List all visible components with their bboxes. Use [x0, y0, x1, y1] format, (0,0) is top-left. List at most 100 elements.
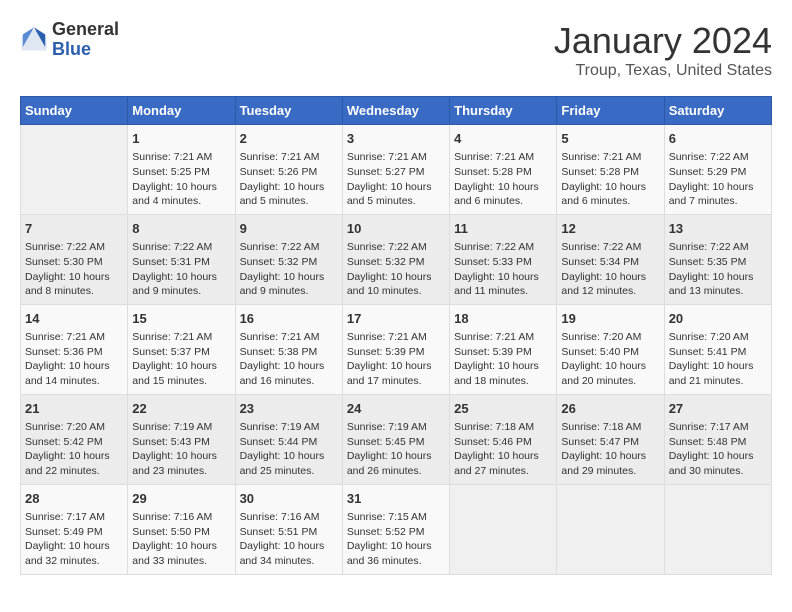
day-cell: 24 Sunrise: 7:19 AM Sunset: 5:45 PM Dayli…: [342, 394, 449, 484]
day-number: 24: [347, 400, 445, 418]
day-info: Sunrise: 7:22 AM Sunset: 5:31 PM Dayligh…: [132, 240, 230, 299]
day-info: Sunrise: 7:22 AM Sunset: 5:32 PM Dayligh…: [347, 240, 445, 299]
day-info: Sunrise: 7:21 AM Sunset: 5:39 PM Dayligh…: [347, 330, 445, 389]
week-row-1: 1Sunrise: 7:21 AM Sunset: 5:25 PM Daylig…: [21, 125, 772, 215]
calendar-title: January 2024: [554, 20, 772, 62]
day-number: 19: [561, 310, 659, 328]
day-info: Sunrise: 7:21 AM Sunset: 5:25 PM Dayligh…: [132, 150, 230, 209]
day-number: 23: [240, 400, 338, 418]
day-cell: 8 Sunrise: 7:22 AM Sunset: 5:31 PM Daylig…: [128, 214, 235, 304]
day-number: 28: [25, 490, 123, 508]
day-info: Sunrise: 7:16 AM Sunset: 5:51 PM Dayligh…: [240, 510, 338, 569]
page-header: General Blue January 2024 Troup, Texas, …: [20, 20, 772, 80]
column-header-friday: Friday: [557, 97, 664, 125]
day-info: Sunrise: 7:22 AM Sunset: 5:35 PM Dayligh…: [669, 240, 767, 299]
day-cell: 29 Sunrise: 7:16 AM Sunset: 5:50 PM Dayli…: [128, 484, 235, 574]
day-number: 15: [132, 310, 230, 328]
logo: General Blue: [20, 20, 119, 60]
day-info: Sunrise: 7:16 AM Sunset: 5:50 PM Dayligh…: [132, 510, 230, 569]
calendar-subtitle: Troup, Texas, United States: [554, 62, 772, 80]
day-info: Sunrise: 7:17 AM Sunset: 5:49 PM Dayligh…: [25, 510, 123, 569]
day-info: Sunrise: 7:20 AM Sunset: 5:42 PM Dayligh…: [25, 420, 123, 479]
day-number: 12: [561, 220, 659, 238]
day-number: 14: [25, 310, 123, 328]
day-info: Sunrise: 7:21 AM Sunset: 5:28 PM Dayligh…: [561, 150, 659, 209]
day-number: 2: [240, 130, 338, 148]
day-cell: 30Sunrise: 7:16 AM Sunset: 5:51 PM Dayli…: [235, 484, 342, 574]
day-info: Sunrise: 7:18 AM Sunset: 5:47 PM Dayligh…: [561, 420, 659, 479]
day-info: Sunrise: 7:21 AM Sunset: 5:28 PM Dayligh…: [454, 150, 552, 209]
column-header-saturday: Saturday: [664, 97, 771, 125]
day-info: Sunrise: 7:19 AM Sunset: 5:43 PM Dayligh…: [132, 420, 230, 479]
day-cell: 19 Sunrise: 7:20 AM Sunset: 5:40 PM Dayli…: [557, 304, 664, 394]
day-info: Sunrise: 7:15 AM Sunset: 5:52 PM Dayligh…: [347, 510, 445, 569]
day-cell: 12 Sunrise: 7:22 AM Sunset: 5:34 PM Dayli…: [557, 214, 664, 304]
day-cell: 20 Sunrise: 7:20 AM Sunset: 5:41 PM Dayli…: [664, 304, 771, 394]
day-cell: 22 Sunrise: 7:19 AM Sunset: 5:43 PM Dayli…: [128, 394, 235, 484]
day-info: Sunrise: 7:21 AM Sunset: 5:38 PM Dayligh…: [240, 330, 338, 389]
day-cell: [557, 484, 664, 574]
day-number: 13: [669, 220, 767, 238]
column-header-sunday: Sunday: [21, 97, 128, 125]
day-info: Sunrise: 7:21 AM Sunset: 5:36 PM Dayligh…: [25, 330, 123, 389]
day-number: 4: [454, 130, 552, 148]
week-row-5: 28 Sunrise: 7:17 AM Sunset: 5:49 PM Dayli…: [21, 484, 772, 574]
day-cell: 28 Sunrise: 7:17 AM Sunset: 5:49 PM Dayli…: [21, 484, 128, 574]
column-header-wednesday: Wednesday: [342, 97, 449, 125]
logo-text: General Blue: [52, 20, 119, 60]
day-info: Sunrise: 7:22 AM Sunset: 5:32 PM Dayligh…: [240, 240, 338, 299]
day-number: 25: [454, 400, 552, 418]
day-cell: 25Sunrise: 7:18 AM Sunset: 5:46 PM Dayli…: [450, 394, 557, 484]
day-cell: 4 Sunrise: 7:21 AM Sunset: 5:28 PM Daylig…: [450, 125, 557, 215]
day-info: Sunrise: 7:19 AM Sunset: 5:45 PM Dayligh…: [347, 420, 445, 479]
day-number: 29: [132, 490, 230, 508]
day-info: Sunrise: 7:22 AM Sunset: 5:30 PM Dayligh…: [25, 240, 123, 299]
column-header-monday: Monday: [128, 97, 235, 125]
day-cell: 5Sunrise: 7:21 AM Sunset: 5:28 PM Daylig…: [557, 125, 664, 215]
day-info: Sunrise: 7:22 AM Sunset: 5:33 PM Dayligh…: [454, 240, 552, 299]
day-number: 31: [347, 490, 445, 508]
day-number: 18: [454, 310, 552, 328]
logo-icon: [20, 26, 48, 54]
day-info: Sunrise: 7:21 AM Sunset: 5:27 PM Dayligh…: [347, 150, 445, 209]
week-row-4: 21 Sunrise: 7:20 AM Sunset: 5:42 PM Dayli…: [21, 394, 772, 484]
day-cell: 18 Sunrise: 7:21 AM Sunset: 5:39 PM Dayli…: [450, 304, 557, 394]
day-info: Sunrise: 7:22 AM Sunset: 5:29 PM Dayligh…: [669, 150, 767, 209]
day-info: Sunrise: 7:19 AM Sunset: 5:44 PM Dayligh…: [240, 420, 338, 479]
day-info: Sunrise: 7:20 AM Sunset: 5:40 PM Dayligh…: [561, 330, 659, 389]
day-cell: 26Sunrise: 7:18 AM Sunset: 5:47 PM Dayli…: [557, 394, 664, 484]
day-cell: 17 Sunrise: 7:21 AM Sunset: 5:39 PM Dayli…: [342, 304, 449, 394]
week-row-3: 14 Sunrise: 7:21 AM Sunset: 5:36 PM Dayli…: [21, 304, 772, 394]
day-number: 3: [347, 130, 445, 148]
day-number: 17: [347, 310, 445, 328]
day-number: 22: [132, 400, 230, 418]
day-number: 8: [132, 220, 230, 238]
day-cell: 23 Sunrise: 7:19 AM Sunset: 5:44 PM Dayli…: [235, 394, 342, 484]
day-cell: 7Sunrise: 7:22 AM Sunset: 5:30 PM Daylig…: [21, 214, 128, 304]
column-header-thursday: Thursday: [450, 97, 557, 125]
day-cell: [450, 484, 557, 574]
header-row: SundayMondayTuesdayWednesdayThursdayFrid…: [21, 97, 772, 125]
day-cell: 14 Sunrise: 7:21 AM Sunset: 5:36 PM Dayli…: [21, 304, 128, 394]
day-number: 6: [669, 130, 767, 148]
day-cell: 13 Sunrise: 7:22 AM Sunset: 5:35 PM Dayli…: [664, 214, 771, 304]
day-number: 21: [25, 400, 123, 418]
day-cell: 27Sunrise: 7:17 AM Sunset: 5:48 PM Dayli…: [664, 394, 771, 484]
day-info: Sunrise: 7:20 AM Sunset: 5:41 PM Dayligh…: [669, 330, 767, 389]
day-cell: [664, 484, 771, 574]
day-info: Sunrise: 7:21 AM Sunset: 5:39 PM Dayligh…: [454, 330, 552, 389]
day-number: 27: [669, 400, 767, 418]
day-cell: 2 Sunrise: 7:21 AM Sunset: 5:26 PM Daylig…: [235, 125, 342, 215]
day-info: Sunrise: 7:21 AM Sunset: 5:26 PM Dayligh…: [240, 150, 338, 209]
title-block: January 2024 Troup, Texas, United States: [554, 20, 772, 80]
day-cell: 10 Sunrise: 7:22 AM Sunset: 5:32 PM Dayli…: [342, 214, 449, 304]
day-number: 20: [669, 310, 767, 328]
day-cell: 3 Sunrise: 7:21 AM Sunset: 5:27 PM Daylig…: [342, 125, 449, 215]
day-cell: 16Sunrise: 7:21 AM Sunset: 5:38 PM Dayli…: [235, 304, 342, 394]
day-cell: 9Sunrise: 7:22 AM Sunset: 5:32 PM Daylig…: [235, 214, 342, 304]
day-number: 10: [347, 220, 445, 238]
day-info: Sunrise: 7:22 AM Sunset: 5:34 PM Dayligh…: [561, 240, 659, 299]
day-number: 11: [454, 220, 552, 238]
day-cell: 11 Sunrise: 7:22 AM Sunset: 5:33 PM Dayli…: [450, 214, 557, 304]
day-cell: [21, 125, 128, 215]
